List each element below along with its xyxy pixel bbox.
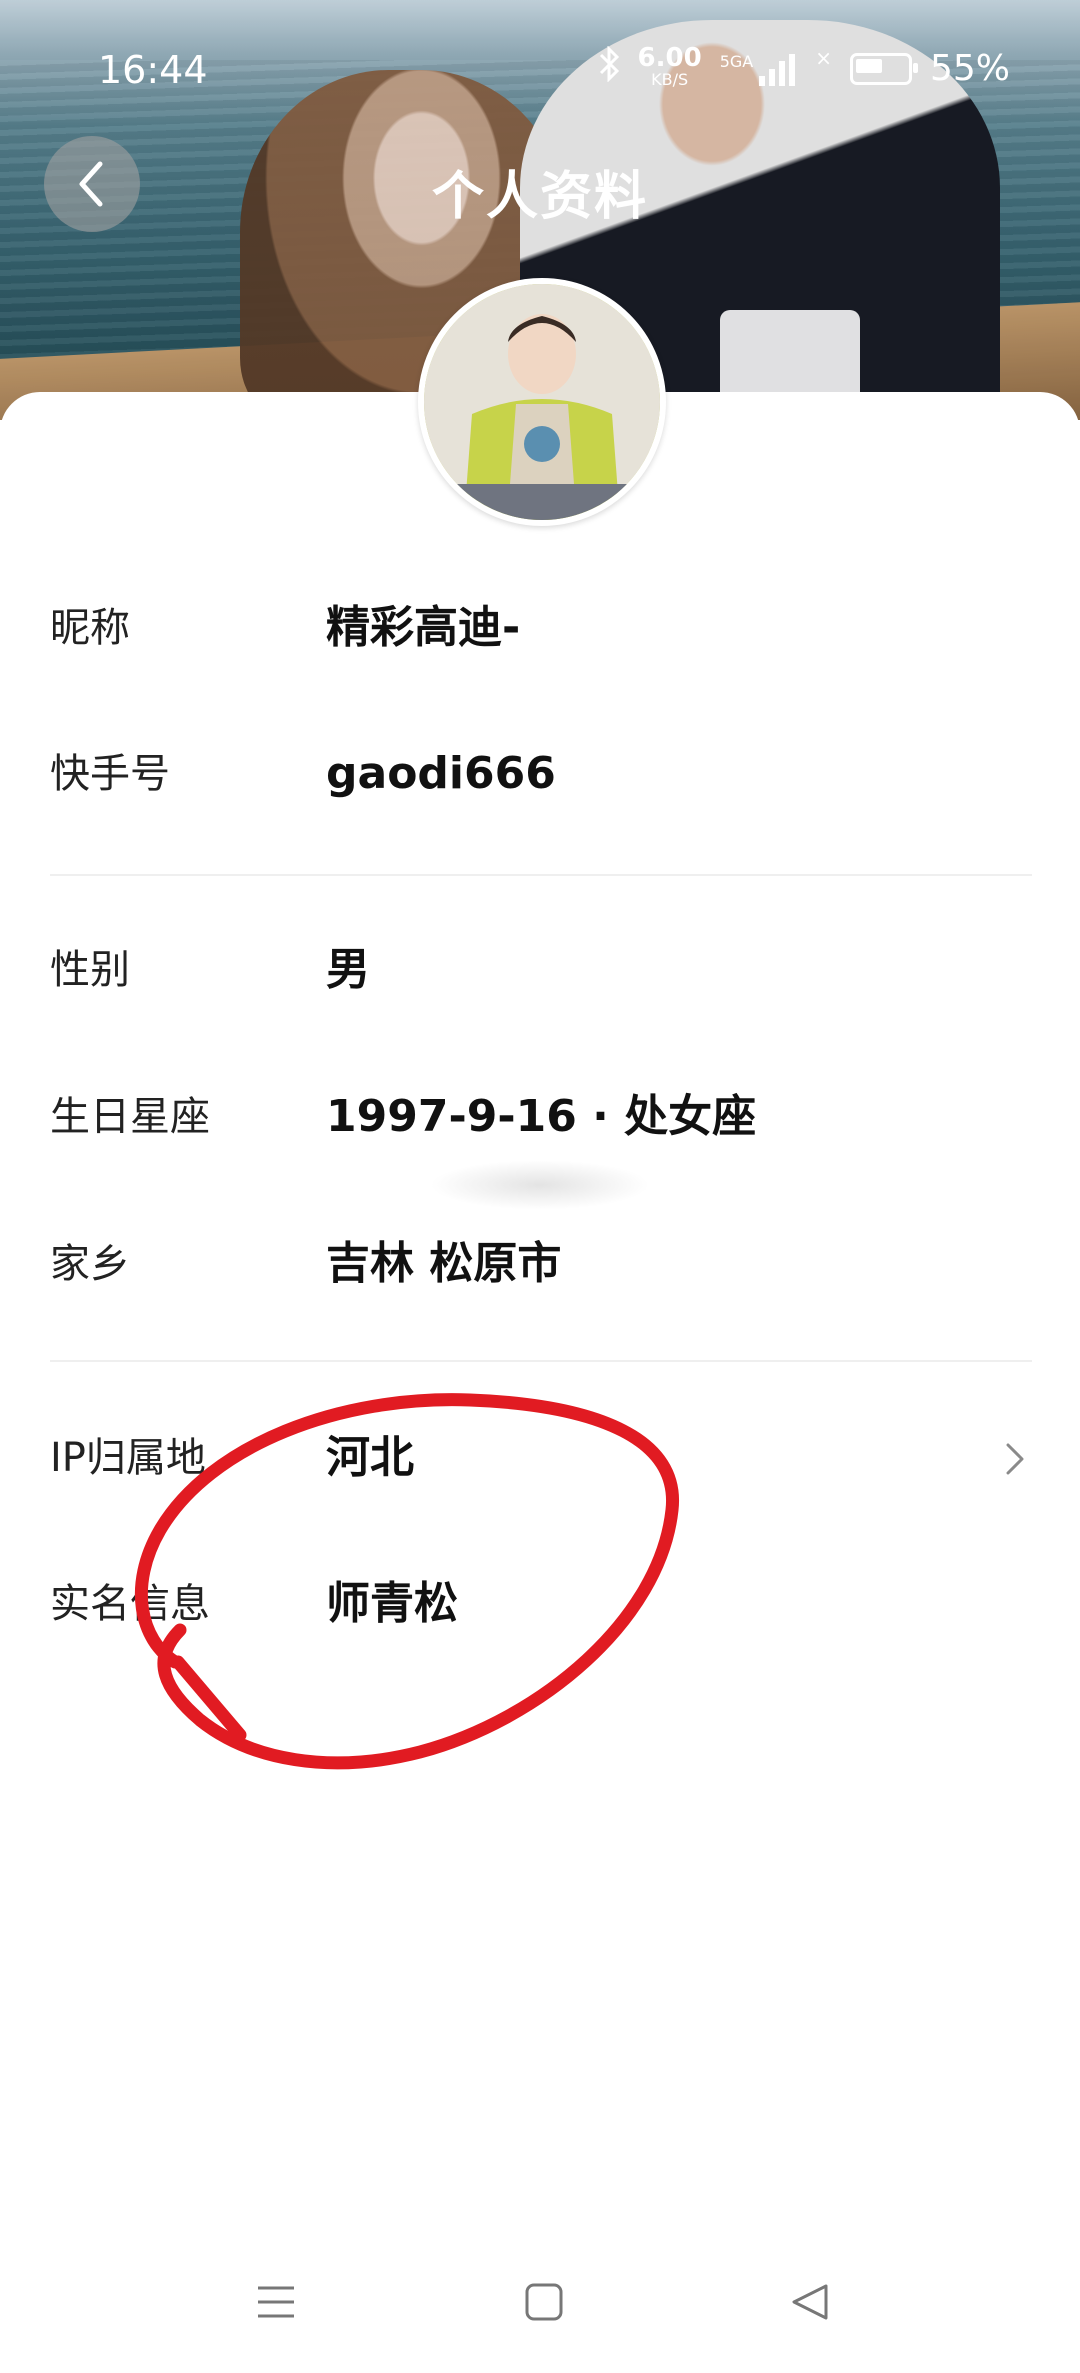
- real-name-value: 师青松: [326, 1578, 458, 1629]
- bluetooth-icon: [598, 45, 620, 91]
- home-icon[interactable]: [524, 2282, 564, 2326]
- menu-icon[interactable]: [256, 2282, 296, 2326]
- net-speed-value: 6.00: [637, 42, 702, 73]
- gender-label: 性别: [50, 947, 130, 993]
- profile-row-real-name: 实名信息 师青松: [50, 1554, 1030, 1654]
- ip-location-value: 河北: [326, 1432, 414, 1483]
- profile-row-hometown: 家乡 吉林 松原市: [50, 1214, 1030, 1314]
- chevron-right-icon: [1006, 1443, 1024, 1475]
- network-type: 5GA: [719, 51, 754, 71]
- back-triangle-icon[interactable]: [790, 2282, 830, 2326]
- no-signal-icon: ×: [815, 46, 832, 70]
- signal-icon: 5GA: [720, 52, 798, 86]
- profile-row-kuaishou-id: 快手号 gaodi666: [50, 724, 1030, 824]
- page-title: 个人资料: [431, 167, 648, 227]
- profile-row-birthday: 生日星座 1997-9-16 · 处女座: [50, 1067, 1030, 1167]
- birthday-value: 1997-9-16 · 处女座: [326, 1091, 757, 1142]
- hometown-label: 家乡: [50, 1241, 130, 1287]
- status-time: 16:44: [98, 48, 208, 92]
- battery-icon: [849, 52, 918, 85]
- divider: [50, 1360, 1032, 1362]
- avatar-photo: [424, 284, 660, 520]
- nickname-value: 精彩高迪-: [326, 602, 521, 653]
- divider: [50, 874, 1032, 876]
- nickname-label: 昵称: [50, 605, 130, 651]
- system-nav-bar: [0, 2260, 1080, 2350]
- network-speed: 6.00 KB/S: [637, 42, 702, 91]
- kuaishou-id-label: 快手号: [50, 751, 170, 797]
- kuaishou-id-value: gaodi666: [326, 748, 556, 799]
- avatar[interactable]: [418, 278, 666, 526]
- gender-value: 男: [326, 944, 370, 995]
- status-icons: 6.00 KB/S 5GA × 55%: [598, 42, 1010, 91]
- battery-percent: 55%: [929, 48, 1010, 89]
- birthday-label: 生日星座: [50, 1094, 210, 1140]
- real-name-label: 实名信息: [50, 1581, 210, 1627]
- status-bar: 16:44 6.00 KB/S 5GA × 55%: [0, 42, 1080, 102]
- profile-row-gender: 性别 男: [50, 920, 1030, 1020]
- blurred-smudge: [430, 1160, 650, 1210]
- profile-row-ip-location[interactable]: IP归属地 河北: [50, 1408, 1030, 1508]
- ip-location-label: IP归属地: [50, 1435, 206, 1481]
- profile-row-nickname: 昵称 精彩高迪-: [50, 578, 1030, 678]
- hometown-value: 吉林 松原市: [326, 1238, 562, 1289]
- profile-card: [0, 392, 1080, 2373]
